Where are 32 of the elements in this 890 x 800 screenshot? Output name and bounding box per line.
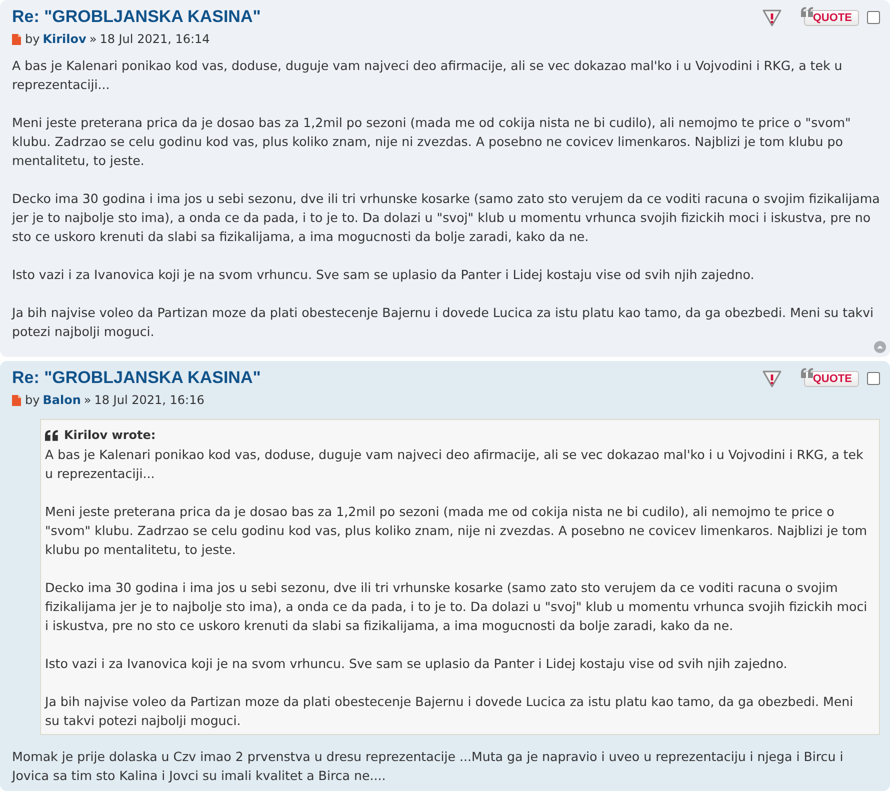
post-paragraph: Meni jeste preterana prica da je dosao bas za 1,2mil po sezoni (mada me od cokija nista ne bi cudilo), ali nemojmo te price o "svom" klubu. Zadrzao se celu godinu kod vas, plus koliko znam, nije ni zvezdas. A posebno ne covicev limenkaros. Najblizi je tom klubu po mentalitetu, to jeste.: [12, 114, 852, 170]
separator: »: [89, 32, 97, 46]
select-checkbox[interactable]: [867, 372, 880, 385]
by-label: by: [25, 32, 40, 46]
author-link[interactable]: Kirilov: [42, 32, 86, 46]
quoted-paragraph: Isto vazi i za Ivanovica koji je na svom vrhuncu. Sve sam se uplasio da Panter i Lidej kostaju vise od svih njih zajedno.: [45, 655, 788, 673]
back-to-top-icon[interactable]: [874, 341, 886, 353]
post-paragraph: A bas je Kalenari ponikao kod vas, doduse, duguje vam najveci deo afirmacije, ali se vec dokazao mal'ko i u Vojvodini i RKG, a tek u reprezentaciji...: [12, 57, 844, 94]
quote-button[interactable]: QUOTE: [804, 371, 859, 387]
post-icon: [12, 34, 21, 44]
post-title[interactable]: Re: "GROBLJANSKA KASINA": [12, 7, 261, 27]
post-icon: [12, 394, 21, 406]
quoted-paragraph: Decko ima 30 godina i ima jos u sebi sezonu, dve ili tri vrhunske kosarke (samo zato sto verujem da ce voditi racuna o svojim fizikalijama jer je to najbolje sto ima), a onda ce da pada, i to je to. Da dolazi u "svoj" klub u momentu vrhunca svojih fizickih moci i iskustva, pre no sto ce uskoro krenuti da slabi sa fizikalijama, a ima mogucnosti da bolje zaradi, kako da ne.: [45, 579, 868, 635]
report-icon[interactable]: [762, 370, 782, 388]
post-title[interactable]: Re: "GROBLJANSKA KASINA": [12, 368, 261, 388]
by-label: by: [25, 393, 40, 407]
report-icon[interactable]: [762, 9, 782, 27]
author-link[interactable]: Balon: [42, 393, 81, 407]
quoted-paragraph: A bas je Kalenari ponikao kod vas, doduse, duguje vam najveci deo afirmacije, ali se vec dokazao mal'ko i u Vojvodini i RKG, a tek u reprezentaciji...: [45, 446, 864, 483]
select-checkbox[interactable]: [867, 11, 880, 24]
quoted-paragraph: Ja bih najvise voleo da Partizan moze da plati obestecenje Bajernu i dovede Lucica za istu platu kao tamo, da ga obezbedi. Meni su takvi potezi najbolji moguci.: [45, 693, 854, 730]
post-paragraph: Ja bih najvise voleo da Partizan moze da plati obestecenje Bajernu i dovede Lucica za istu platu kao tamo, da ga obezbedi. Meni su takvi potezi najbolji moguci.: [12, 304, 875, 341]
quoted-paragraph: Meni jeste preterana prica da je dosao bas za 1,2mil po sezoni (mada me od cokija nista ne bi cudilo), ali nemojmo te price o "svom" klubu. Zadrzao se celu godinu kod vas, plus koliko znam, nije ni zvezdas. A posebno ne covicev limenkaros. Najblizi je tom klubu po mentalitetu, to jeste.: [45, 503, 868, 559]
post-date: 18 Jul 2021, 16:14: [100, 32, 210, 46]
post-date: 18 Jul 2021, 16:16: [94, 393, 204, 407]
post-paragraph: Momak je prije dolaska u Czv imao 2 prvenstva u dresu reprezentacije ...Muta ga je napravio i uveo u reprezentaciju i njega i Bircu i Jovica sa tim sto Kalina i Jovci su imali kvalitet a Birca ne....: [12, 748, 844, 785]
post-paragraph: Decko ima 30 godina i ima jos u sebi sezonu, dve ili tri vrhunske kosarke (samo zato sto verujem da ce voditi racuna o svojim fizikalijama jer je to najbolje sto ima), a onda ce da pada, i to je to. Da dolazi u "svoj" klub u momentu vrhunca svojih fizickih moci i iskustva, pre no sto ce uskoro krenuti da slabi sa fizikalijama, a ima mogucnosti da bolje zaradi, kako da ne.: [12, 190, 880, 246]
quote-author: Kirilov wrote:: [64, 427, 156, 444]
separator: »: [84, 393, 92, 407]
post-paragraph: Isto vazi i za Ivanovica koji je na svom vrhuncu. Sve sam se uplasio da Panter i Lidej kostaju vise od svih njih zajedno.: [12, 266, 756, 284]
quote-button[interactable]: QUOTE: [804, 10, 859, 26]
quote-icon: [45, 430, 60, 441]
